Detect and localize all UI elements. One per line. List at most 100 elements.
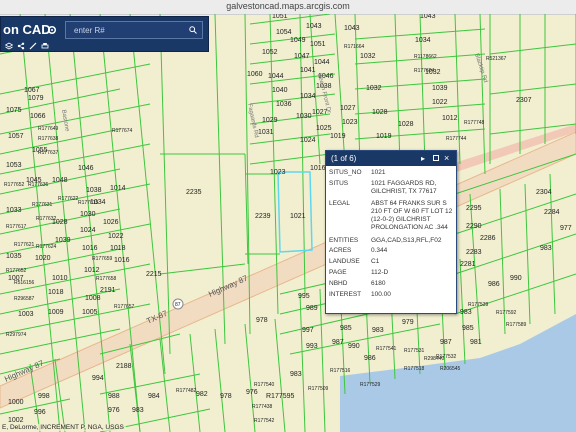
svg-text:2191: 2191 [100, 287, 116, 294]
svg-text:1034: 1034 [300, 93, 316, 100]
field-key: PAGE [329, 269, 347, 276]
svg-text:R177604: R177604 [414, 68, 435, 74]
svg-text:R297974: R297974 [6, 332, 27, 338]
app-toolbar: on CAD [0, 16, 209, 52]
svg-text:2295: 2295 [466, 205, 482, 212]
measure-icon[interactable] [29, 42, 37, 50]
browser-address-bar[interactable]: galvestoncad.maps.arcgis.com [0, 0, 576, 15]
svg-text:976: 976 [108, 407, 120, 414]
svg-text:R177617: R177617 [6, 224, 27, 230]
svg-text:1051: 1051 [310, 41, 326, 48]
gear-icon[interactable] [47, 25, 57, 35]
field-value: 112-D [371, 269, 389, 276]
print-icon[interactable] [41, 42, 49, 50]
popup-title: (1 of 6) [331, 154, 357, 163]
street-label: Fagaards Rd [246, 103, 259, 138]
svg-text:R177595: R177595 [266, 393, 295, 400]
svg-text:1044: 1044 [268, 73, 284, 80]
svg-text:978: 978 [220, 393, 232, 400]
svg-text:1051: 1051 [272, 14, 288, 20]
svg-text:1032: 1032 [360, 53, 376, 60]
field-value: 1021 FAGGARDS RD, GILCHRIST, TX 77617 [371, 180, 437, 195]
svg-text:R171664: R171664 [344, 44, 365, 50]
svg-text:R177659: R177659 [92, 256, 113, 262]
svg-text:1028: 1028 [372, 109, 388, 116]
svg-text:2304: 2304 [536, 189, 552, 196]
layers-icon[interactable] [5, 42, 13, 50]
svg-text:R1178662: R1178662 [414, 54, 437, 60]
svg-text:988: 988 [108, 393, 120, 400]
svg-text:997: 997 [302, 327, 314, 334]
svg-text:1020: 1020 [35, 255, 51, 262]
svg-text:R177652: R177652 [4, 182, 25, 188]
svg-text:1043: 1043 [306, 23, 322, 30]
svg-text:982: 982 [196, 391, 208, 398]
svg-text:2284: 2284 [544, 209, 560, 216]
svg-text:1019: 1019 [376, 133, 392, 140]
svg-text:1044: 1044 [314, 59, 330, 66]
search-box[interactable] [65, 21, 203, 39]
svg-text:978: 978 [256, 317, 268, 324]
field-value: 100.00 [371, 291, 391, 298]
svg-text:R177652: R177652 [6, 268, 27, 274]
svg-text:989: 989 [306, 305, 318, 312]
svg-text:2215: 2215 [146, 271, 162, 278]
search-icon[interactable] [189, 26, 197, 34]
svg-text:996: 996 [34, 409, 46, 416]
svg-text:R177615: R177615 [78, 200, 99, 206]
parcel-popup: (1 of 6) ▸ × SITUS_NO 1021 SITUS 1021 FAGG… [325, 150, 457, 314]
svg-text:1075: 1075 [6, 107, 22, 114]
svg-text:995: 995 [298, 293, 310, 300]
svg-text:976: 976 [246, 389, 258, 396]
svg-text:1066: 1066 [30, 113, 46, 120]
field-key: LEGAL [329, 200, 350, 207]
field-key: ENTITIES [329, 237, 359, 244]
field-key: INTEREST [329, 291, 362, 298]
svg-text:1043: 1043 [420, 14, 436, 20]
svg-text:R177622: R177622 [58, 196, 79, 202]
app-title: on CAD [3, 22, 51, 37]
highway-shield-label: 87 [175, 302, 181, 308]
svg-text:R177658: R177658 [96, 276, 117, 282]
svg-text:1030: 1030 [296, 113, 312, 120]
svg-text:R177541: R177541 [376, 346, 397, 352]
close-button[interactable]: × [444, 153, 449, 163]
svg-text:R177540: R177540 [254, 382, 275, 388]
svg-text:2307: 2307 [516, 97, 532, 104]
parcel-map[interactable]: Highway 87 Highway 87 TX-87 87 1075 1079… [0, 14, 576, 432]
svg-text:983: 983 [132, 407, 144, 414]
svg-text:2235: 2235 [186, 189, 202, 196]
popup-next-button[interactable]: ▸ [421, 154, 425, 163]
svg-text:R521367: R521367 [486, 56, 507, 62]
svg-text:1049: 1049 [290, 37, 306, 44]
svg-text:1028: 1028 [398, 121, 414, 128]
search-input[interactable] [74, 24, 174, 36]
svg-text:R177438: R177438 [252, 404, 273, 410]
svg-text:R516156: R516156 [14, 280, 35, 286]
svg-text:981: 981 [470, 339, 482, 346]
svg-text:1024: 1024 [80, 227, 96, 234]
maximize-icon[interactable] [433, 155, 439, 161]
svg-text:2239: 2239 [255, 213, 271, 220]
selected-parcel[interactable] [277, 171, 313, 253]
svg-text:2188: 2188 [116, 363, 132, 370]
svg-text:1016: 1016 [310, 165, 326, 172]
svg-text:1079: 1079 [28, 95, 44, 102]
svg-text:R177636: R177636 [28, 182, 49, 188]
svg-text:1010: 1010 [52, 275, 68, 282]
svg-text:1060: 1060 [247, 71, 263, 78]
street-label: Bastone [60, 109, 70, 132]
map-canvas[interactable]: Highway 87 Highway 87 TX-87 87 1075 1079… [0, 14, 576, 432]
svg-text:R177482: R177482 [176, 388, 197, 394]
svg-text:1067: 1067 [24, 87, 40, 94]
svg-text:985: 985 [340, 325, 352, 332]
svg-text:990: 990 [348, 343, 360, 350]
svg-text:990: 990 [510, 275, 522, 282]
svg-text:1019: 1019 [330, 133, 346, 140]
field-value: 6180 [371, 280, 386, 287]
share-icon[interactable] [17, 42, 25, 50]
svg-text:1016: 1016 [82, 245, 98, 252]
svg-text:983: 983 [540, 245, 552, 252]
field-value: 1021 [371, 169, 386, 176]
field-key: ACRES [329, 247, 352, 254]
